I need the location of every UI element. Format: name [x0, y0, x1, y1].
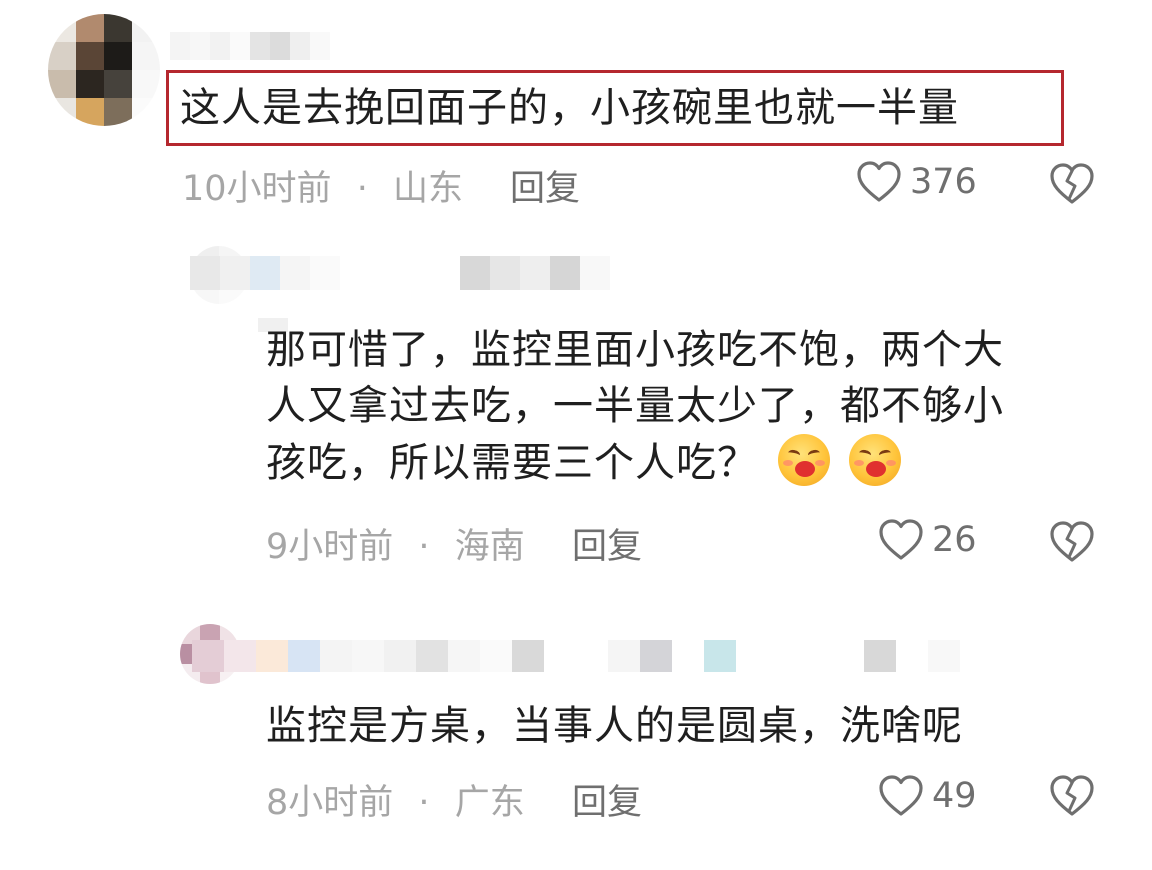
broken-heart-icon[interactable]	[1048, 774, 1096, 818]
comment-time: 9小时前	[266, 527, 394, 567]
broken-heart-icon[interactable]	[1048, 162, 1096, 206]
comment-meta: 10小时前 · 山东	[182, 160, 463, 211]
comment-region: 山东	[392, 169, 463, 209]
comment-region: 海南	[454, 527, 525, 567]
like-count: 376	[910, 162, 977, 202]
comment-time: 8小时前	[266, 783, 394, 823]
comment-text: 那可惜了，监控里面小孩吃不饱，两个大 人又拿过去吃，一半量太少了，都不够小 孩吃…	[266, 322, 1106, 491]
kiss-face-emoji	[849, 434, 902, 486]
username-censored[interactable]	[192, 640, 960, 672]
heart-outline-icon	[857, 161, 901, 202]
comment-time: 10小时前	[182, 169, 332, 209]
broken-heart-icon[interactable]	[1048, 520, 1096, 564]
comment-line: 人又拿过去吃，一半量太少了，都不够小	[266, 383, 1004, 429]
meta-separator: ·	[418, 527, 430, 567]
heart-outline-icon	[879, 519, 923, 560]
reply-button[interactable]: 回复	[572, 518, 642, 569]
like-button[interactable]: 26	[878, 518, 977, 562]
like-button[interactable]: 376	[856, 160, 977, 204]
like-count: 49	[932, 776, 977, 816]
comment-meta: 8小时前 · 广东	[266, 774, 525, 825]
comment-line: 孩吃，所以需要三个人吃？	[266, 440, 758, 486]
kiss-face-emoji	[777, 434, 830, 486]
comment-text: 监控是方桌，当事人的是圆桌，洗啥呢	[266, 703, 963, 749]
comment-text: 这人是去挽回面子的，小孩碗里也就一半量	[180, 85, 959, 131]
meta-separator: ·	[418, 783, 430, 823]
like-button[interactable]: 49	[878, 774, 977, 818]
like-count: 26	[932, 520, 977, 560]
comment-line-with-emoji: 孩吃，所以需要三个人吃？	[266, 434, 1106, 491]
comment-region: 广东	[454, 783, 525, 823]
heart-outline-icon	[879, 775, 923, 816]
comment-line: 那可惜了，监控里面小孩吃不饱，两个大	[266, 327, 1004, 373]
username-censored[interactable]	[170, 32, 330, 60]
username-censored[interactable]	[190, 256, 610, 290]
comment-meta: 9小时前 · 海南	[266, 518, 525, 569]
reply-button[interactable]: 回复	[510, 160, 580, 211]
reply-button[interactable]: 回复	[572, 774, 642, 825]
user-avatar[interactable]	[48, 14, 160, 126]
meta-separator: ·	[356, 169, 368, 209]
